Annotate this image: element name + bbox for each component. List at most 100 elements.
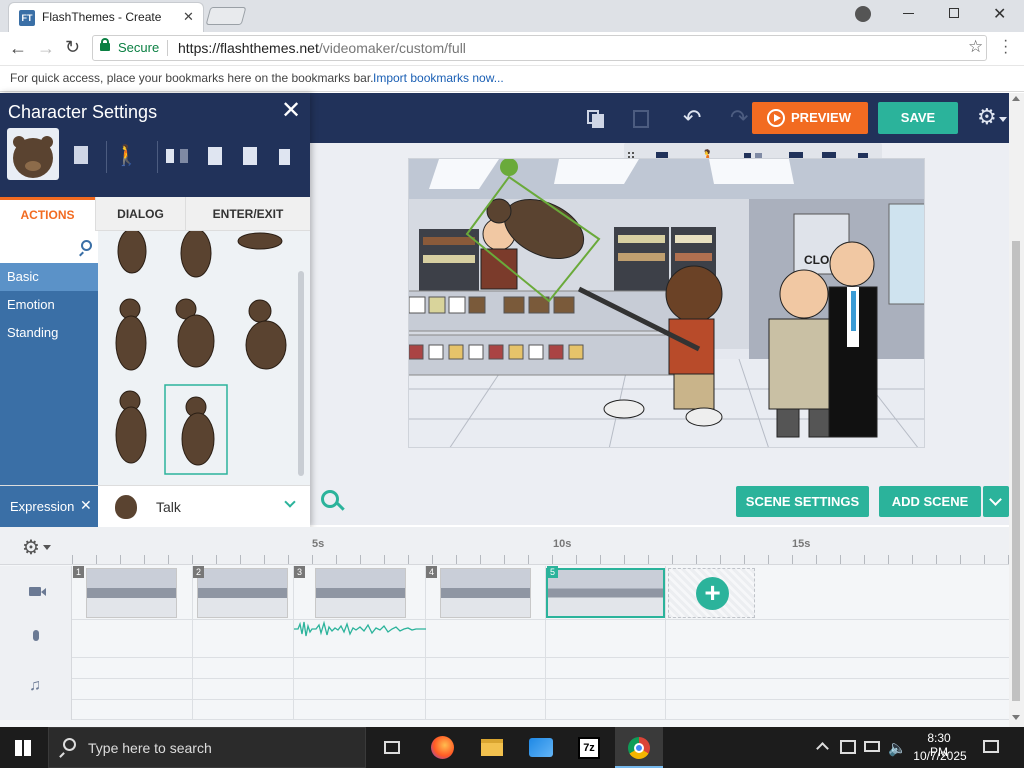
chevron-down-icon [284, 496, 296, 508]
browser-tab[interactable]: FT FlashThemes - Create ✕ [8, 2, 204, 32]
tab-dialog[interactable]: DIALOG [95, 197, 185, 231]
tab-enter-exit[interactable]: ENTER/EXIT [185, 197, 310, 231]
action-thumb [175, 298, 215, 368]
play-triangle [774, 114, 781, 122]
stage-canvas[interactable]: CLOS [408, 158, 925, 448]
settings-caret-icon [999, 117, 1007, 122]
character-avatar[interactable] [7, 128, 59, 180]
panel-close-icon[interactable]: ✕ [281, 96, 301, 125]
window-close-icon[interactable]: ✕ [993, 4, 1006, 24]
search-icon[interactable] [81, 240, 92, 251]
new-tab-button[interactable] [205, 7, 247, 25]
tray-app-icon[interactable] [840, 740, 856, 754]
scene-number: 3 [294, 566, 305, 578]
expression-value: Talk [156, 499, 181, 515]
network-icon[interactable] [864, 741, 880, 752]
scene-thumbnail[interactable] [86, 568, 177, 618]
scene-thumbnail[interactable] [315, 568, 406, 618]
microphone-icon [33, 630, 39, 641]
firefox-icon[interactable] [431, 736, 454, 759]
minimize-icon[interactable] [903, 13, 914, 14]
swap-character-icon[interactable] [74, 146, 88, 164]
expression-clear-icon[interactable]: ✕ [80, 497, 92, 514]
add-scene-label: ADD SCENE [891, 494, 969, 509]
audio-waveform[interactable] [294, 620, 426, 638]
scene-divider [192, 566, 193, 720]
scene-settings-button[interactable]: SCENE SETTINGS [736, 486, 869, 517]
category-standing[interactable]: Standing [0, 319, 98, 347]
walk-path-icon[interactable]: 🚶 [114, 143, 139, 168]
reload-icon[interactable]: ↻ [65, 37, 80, 58]
preview-button[interactable]: PREVIEW [752, 102, 868, 134]
restore-icon[interactable] [949, 8, 959, 18]
7zip-icon[interactable]: 7z [578, 737, 600, 759]
tab-actions[interactable]: ACTIONS [0, 197, 95, 231]
add-scene-button[interactable]: ADD SCENE [879, 486, 981, 517]
browser-menu-icon[interactable]: · · · [1003, 33, 1008, 61]
category-emotion[interactable]: Emotion [0, 291, 98, 319]
scene-thumbnail-selected[interactable] [546, 568, 665, 618]
paste-icon[interactable] [243, 147, 257, 165]
chevron-down-icon [989, 493, 1002, 506]
add-scene-tile[interactable]: + [668, 568, 755, 618]
forward-icon[interactable]: → [37, 38, 55, 59]
taskbar-search-box[interactable]: Type here to search [48, 727, 366, 768]
expression-label-box: Expression ✕ [0, 486, 98, 528]
chrome-icon-center [634, 743, 644, 753]
flip-icon[interactable] [166, 149, 188, 163]
taskbar-search-placeholder: Type here to search [88, 740, 212, 756]
music-note-icon: ♫ [29, 677, 41, 694]
delete-icon[interactable] [279, 149, 290, 165]
copy-scene-icon-front [592, 114, 604, 128]
action-thumb [237, 232, 283, 250]
camera-icon [29, 587, 41, 596]
action-grid [98, 231, 310, 485]
search-icon-handle [59, 752, 65, 758]
add-scene-dropdown[interactable] [983, 486, 1009, 517]
category-list: Basic Emotion Standing [0, 231, 98, 485]
add-scene-plus-icon[interactable]: + [696, 577, 729, 610]
volume-icon[interactable]: 🔈 [888, 739, 907, 757]
grid-scrollbar-thumb [298, 271, 304, 476]
redo-icon[interactable]: ↷ [730, 105, 748, 131]
ruler-label: 15s [792, 538, 811, 550]
settings-gear-icon[interactable]: ⚙ [977, 104, 997, 130]
chrome-icon[interactable] [628, 737, 650, 759]
account-icon[interactable] [855, 6, 871, 22]
app-icon[interactable] [529, 738, 553, 757]
secure-label: Secure [118, 40, 160, 55]
action-thumb [115, 298, 147, 371]
scene-thumbnail[interactable] [197, 568, 288, 618]
save-button[interactable]: SAVE [878, 102, 958, 134]
category-basic[interactable]: Basic [0, 263, 98, 291]
tab-close-icon[interactable]: ✕ [183, 9, 194, 25]
timeline-settings-icon[interactable]: ⚙ [22, 535, 40, 560]
back-icon[interactable]: ← [9, 38, 27, 59]
ceiling-light [554, 159, 639, 184]
scrollbar-down-arrow[interactable] [1012, 715, 1020, 720]
paste-icon[interactable] [633, 110, 649, 128]
bookmark-star-icon[interactable]: ☆ [968, 37, 983, 57]
windows-start-icon[interactable] [15, 740, 31, 756]
preview-label: PREVIEW [791, 110, 851, 125]
clock-date[interactable]: 10/7/2025 [912, 749, 968, 763]
scrollbar-thumb[interactable] [1012, 241, 1020, 701]
scene-thumbnail[interactable] [440, 568, 531, 618]
url-divider [167, 40, 168, 56]
import-bookmarks-link[interactable]: Import bookmarks now... [373, 71, 504, 85]
copy-icon[interactable] [208, 147, 222, 165]
undo-icon[interactable]: ↶ [683, 105, 701, 131]
action-tabs: ACTIONS DIALOG ENTER/EXIT [0, 197, 310, 231]
search-icon [63, 738, 76, 751]
url-field[interactable]: Secure https://flashthemes.net/videomake… [92, 35, 987, 61]
action-center-icon[interactable] [983, 740, 999, 753]
scrollbar-up-arrow[interactable] [1012, 96, 1020, 101]
toolbar-divider [157, 141, 158, 173]
task-view-icon[interactable] [384, 741, 400, 754]
character-settings-panel: Character Settings ✕ 🚶 ACTIONS DIALOG EN… [0, 93, 310, 528]
character-settings-header: Character Settings ✕ 🚶 [0, 93, 310, 197]
action-thumb [117, 231, 147, 274]
expression-select[interactable]: Talk [98, 486, 310, 528]
page-scrollbar[interactable] [1009, 93, 1024, 727]
file-explorer-icon[interactable] [481, 739, 503, 756]
